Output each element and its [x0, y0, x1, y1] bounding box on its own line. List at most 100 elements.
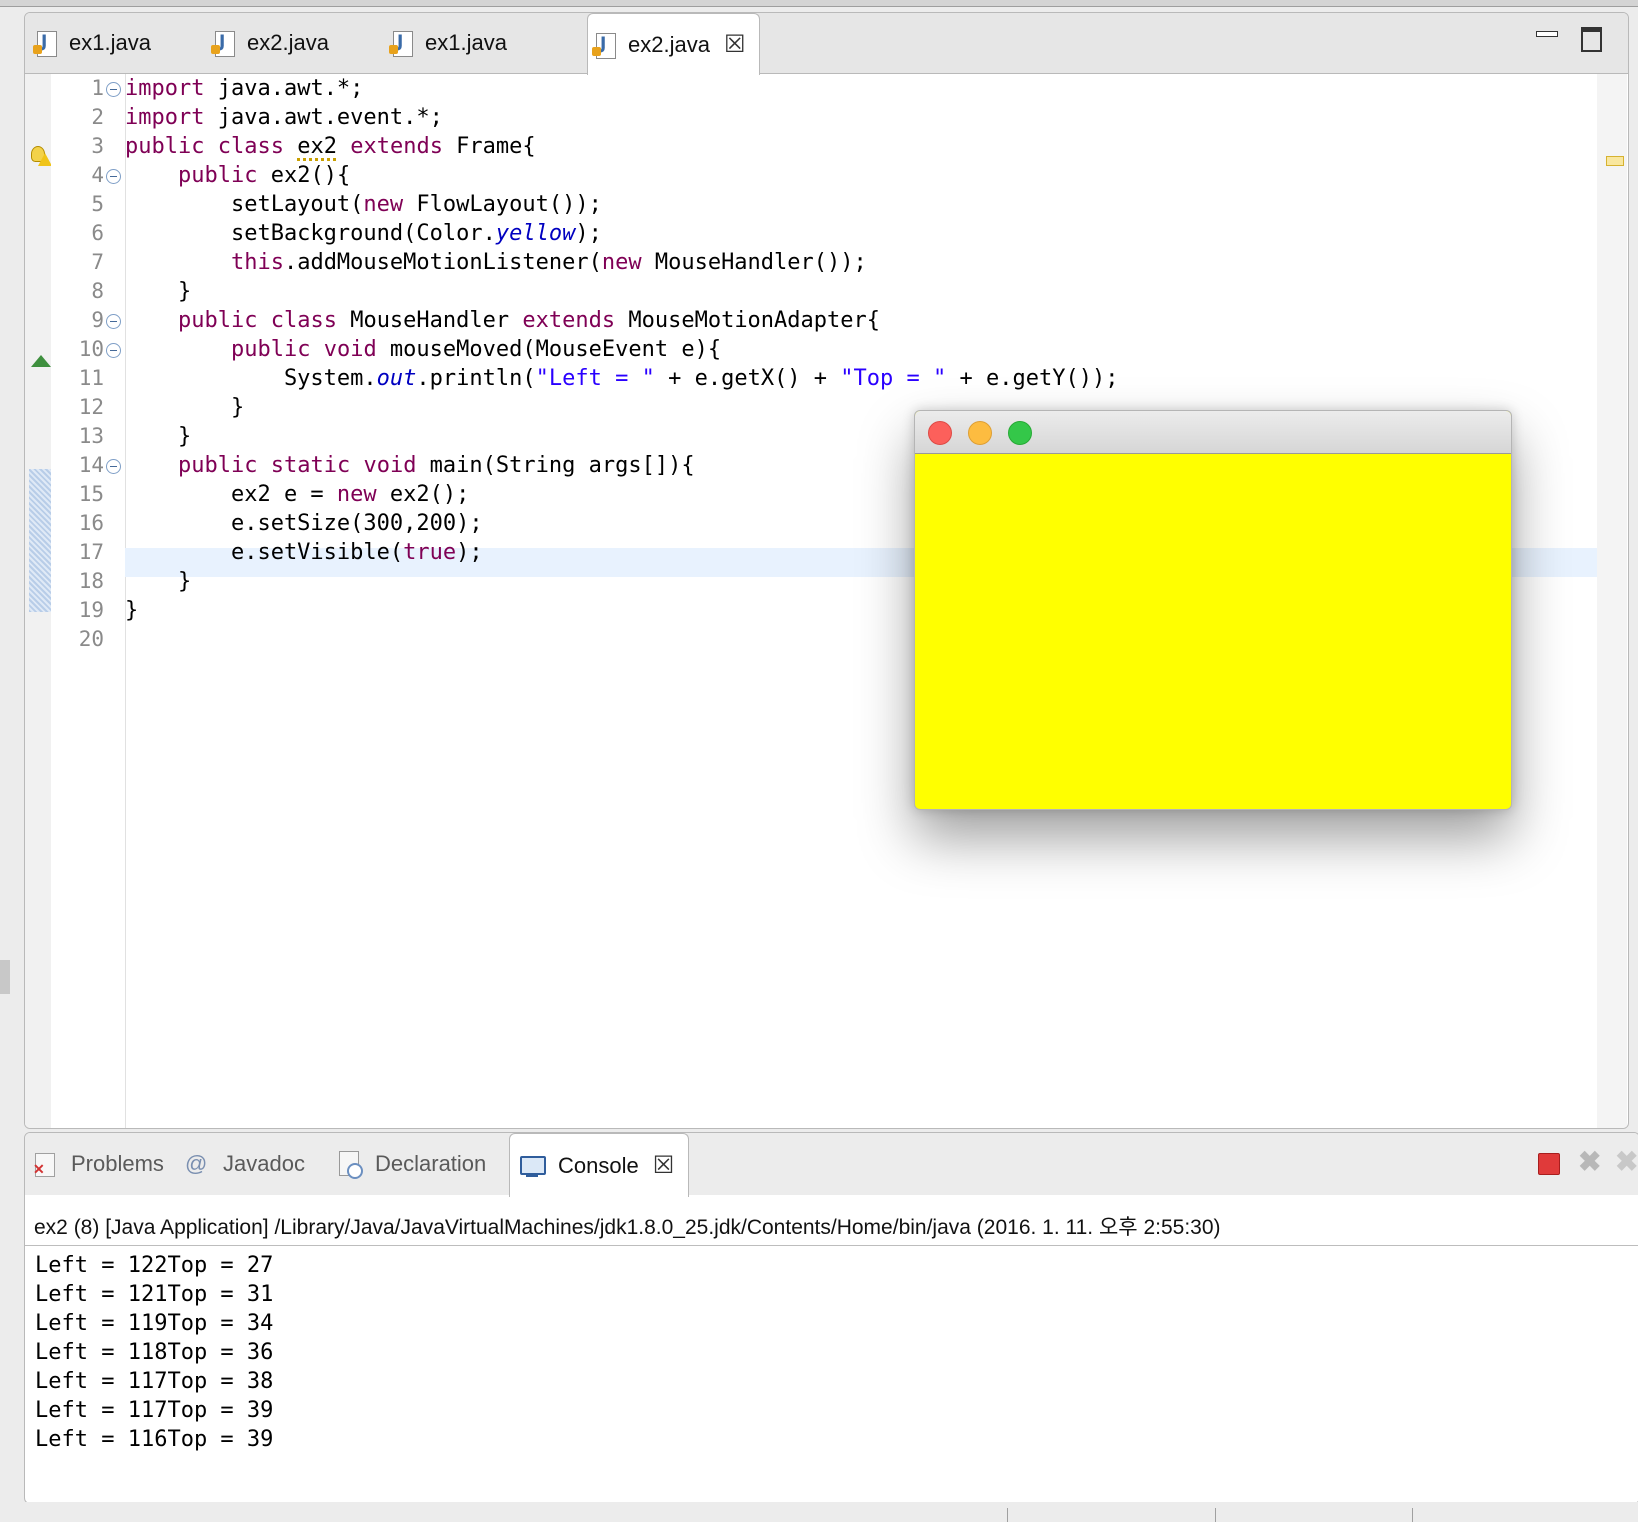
line-number: 6 [91, 221, 104, 245]
tab-label: ex2.java [628, 31, 710, 57]
tab-problems[interactable]: Problems [33, 1133, 164, 1195]
code-line: public class MouseHandler extends MouseM… [177, 308, 881, 333]
close-icon[interactable]: ☒ [724, 30, 746, 59]
code-line: setBackground(Color.yellow); [125, 221, 602, 246]
remove-all-launches-icon[interactable]: ✖ [1615, 1145, 1638, 1178]
line-number: 12 [78, 395, 104, 419]
status-separator [1215, 1508, 1216, 1522]
maximize-icon[interactable] [1581, 27, 1603, 52]
line-number: 14 [78, 453, 104, 477]
override-icon[interactable] [31, 355, 51, 367]
warning-underline: ex2 [297, 134, 337, 159]
console-output-line: Left = 116Top = 39 [35, 1427, 274, 1452]
code-line: e.setVisible(true); [125, 540, 483, 565]
tab-ex2-java-active[interactable]: J ex2.java ☒ [587, 13, 761, 75]
remove-launch-icon[interactable]: ✖ [1578, 1145, 1601, 1178]
line-number: 1 [91, 76, 104, 100]
java-file-icon: J [33, 29, 57, 57]
line-number: 16 [78, 511, 104, 535]
fold-toggle[interactable] [106, 343, 121, 358]
code-line: setLayout(new FlowLayout()); [125, 192, 602, 217]
java-frame-window[interactable] [914, 410, 1512, 810]
code-line: } [125, 279, 192, 304]
code-line: } [125, 424, 192, 449]
code-line: e.setSize(300,200); [125, 511, 483, 536]
code-line: } [125, 569, 192, 594]
divider [25, 1245, 1638, 1246]
code-line: public void mouseMoved(MouseEvent e){ [230, 337, 722, 362]
overview-ruler[interactable] [1597, 74, 1627, 1128]
code-line: public class ex2 extends Frame{ [125, 134, 536, 159]
code-line: ex2 e = new ex2(); [125, 482, 470, 507]
console-output-line: Left = 117Top = 39 [35, 1398, 274, 1423]
code-line: import java.awt.*; [125, 76, 364, 101]
code-line: public static void main(String args[]){ [177, 453, 695, 478]
status-bar [0, 1502, 1638, 1522]
selected-range-marker [29, 469, 51, 612]
line-number: 7 [91, 250, 104, 274]
editor-tab-bar: J ex1.java J ex2.java J ex1.java J ex2.j… [25, 13, 1628, 75]
tab-label: Javadoc [223, 1151, 305, 1176]
tab-label: ex1.java [425, 30, 507, 55]
bottom-tab-bar: Problems @ Javadoc Declaration Console ☒… [25, 1133, 1638, 1197]
warning-icon[interactable] [29, 144, 52, 168]
tab-javadoc[interactable]: @ Javadoc [185, 1133, 305, 1195]
tab-label: Console [558, 1152, 639, 1178]
console-panel: Problems @ Javadoc Declaration Console ☒… [24, 1132, 1638, 1504]
console-output-line: Left = 121Top = 31 [35, 1282, 274, 1307]
minimize-icon[interactable] [1536, 27, 1558, 49]
window-top-strip [0, 0, 1638, 7]
line-number: 11 [78, 366, 104, 390]
fold-toggle[interactable] [106, 169, 121, 184]
javadoc-icon: @ [185, 1151, 208, 1176]
status-separator [1412, 1508, 1413, 1522]
console-output-line: Left = 117Top = 38 [35, 1369, 274, 1394]
console-output-line: Left = 118Top = 36 [35, 1340, 274, 1365]
console-icon [520, 1153, 546, 1179]
line-number: 5 [91, 192, 104, 216]
status-separator [1007, 1508, 1008, 1522]
code-line: } [125, 395, 245, 420]
console-output-line: Left = 122Top = 27 [35, 1253, 274, 1278]
tab-label: ex2.java [247, 30, 329, 55]
close-icon[interactable]: ☒ [653, 1151, 675, 1180]
line-number-gutter: 1 2 3 4 5 6 7 8 9 10 11 12 13 14 15 16 1… [51, 74, 126, 1128]
console-process-label: ex2 (8) [Java Application] /Library/Java… [34, 1216, 1221, 1239]
line-number: 18 [78, 569, 104, 593]
code-line: System.out.println("Left = " + e.getX() … [125, 366, 1119, 391]
code-line: this.addMouseMotionListener(new MouseHan… [230, 250, 867, 275]
close-window-button[interactable] [928, 421, 952, 445]
minimize-window-button[interactable] [968, 421, 992, 445]
line-number: 4 [91, 163, 104, 187]
tab-ex2-java[interactable]: J ex2.java [211, 13, 329, 73]
line-number: 20 [78, 627, 104, 651]
fold-toggle[interactable] [106, 314, 121, 329]
tab-label: ex1.java [69, 30, 151, 55]
tab-ex1-java[interactable]: J ex1.java [33, 13, 151, 73]
warning-marker[interactable] [1606, 156, 1624, 166]
line-number: 8 [91, 279, 104, 303]
terminate-icon[interactable] [1538, 1153, 1560, 1175]
tab-declaration[interactable]: Declaration [337, 1133, 486, 1195]
tab-label: Problems [71, 1151, 164, 1176]
tab-ex1-java-2[interactable]: J ex1.java [389, 13, 507, 73]
zoom-window-button[interactable] [1008, 421, 1032, 445]
left-sash-handle[interactable] [0, 960, 10, 994]
tab-label: Declaration [375, 1151, 487, 1176]
line-number: 19 [78, 598, 104, 622]
frame-content-area[interactable] [915, 454, 1511, 809]
line-number: 10 [78, 337, 104, 361]
code-line: import java.awt.event.*; [125, 105, 443, 130]
line-number: 2 [91, 105, 104, 129]
code-line: } [125, 598, 139, 623]
line-number: 13 [78, 424, 104, 448]
fold-toggle[interactable] [106, 459, 121, 474]
java-file-icon: J [211, 29, 235, 57]
line-number: 9 [91, 308, 104, 332]
line-number: 3 [91, 134, 104, 158]
tab-console[interactable]: Console ☒ [509, 1133, 690, 1197]
frame-title-bar[interactable] [915, 411, 1511, 454]
declaration-icon [337, 1151, 363, 1179]
fold-toggle[interactable] [106, 82, 121, 97]
java-file-icon: J [389, 29, 413, 57]
